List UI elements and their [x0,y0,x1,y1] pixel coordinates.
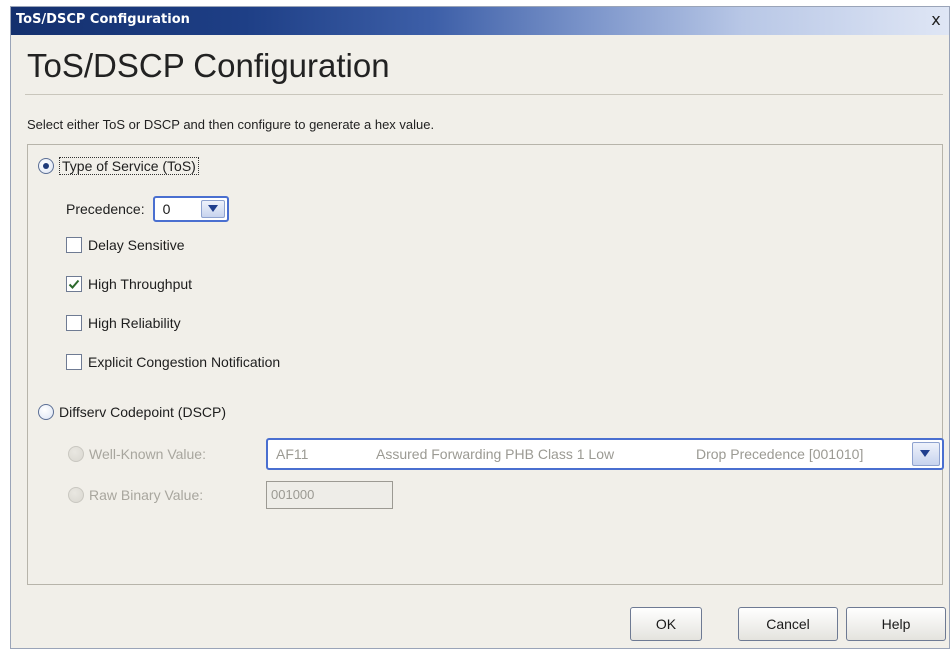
close-icon[interactable]: x [927,11,945,29]
high-reliability-option[interactable]: High Reliability [66,315,181,331]
dscp-radio[interactable] [38,404,54,420]
well-known-precedence: Drop Precedence [001010] [696,446,864,462]
delay-sensitive-checkbox[interactable] [66,237,82,253]
instructions-text: Select either ToS or DSCP and then confi… [27,117,435,132]
heading-divider [25,94,943,95]
well-known-code: AF11 [276,446,309,462]
page-title: ToS/DSCP Configuration [27,47,390,84]
config-panel: Type of Service (ToS) Precedence: 0 Dela… [27,144,944,585]
ecn-checkbox[interactable] [66,354,82,370]
checkmark-icon [68,279,80,289]
well-known-select[interactable]: AF11 Assured Forwarding PHB Class 1 Low … [266,438,944,470]
tos-radio-label: Type of Service (ToS) [59,157,199,175]
ecn-label: Explicit Congestion Notification [88,354,281,370]
tos-radio-option[interactable]: Type of Service (ToS) [38,157,199,175]
high-reliability-label: High Reliability [88,315,181,331]
precedence-row: Precedence: 0 [66,196,229,222]
chevron-down-icon[interactable] [200,200,225,218]
help-button[interactable]: Help [846,607,946,641]
tos-radio[interactable] [38,158,54,174]
high-throughput-checkbox[interactable] [66,276,82,292]
high-throughput-option[interactable]: High Throughput [66,276,192,292]
raw-binary-option: Raw Binary Value: [68,487,203,503]
well-known-radio [68,446,84,462]
title-bar[interactable]: ToS/DSCP Configuration x [11,7,949,35]
well-known-description: Assured Forwarding PHB Class 1 Low [376,446,615,462]
precedence-label: Precedence: [66,201,145,217]
raw-binary-radio [68,487,84,503]
cancel-button[interactable]: Cancel [738,607,838,641]
window-title: ToS/DSCP Configuration [16,12,190,27]
delay-sensitive-option[interactable]: Delay Sensitive [66,237,185,253]
raw-binary-label: Raw Binary Value: [89,487,204,503]
well-known-option: Well-Known Value: [68,446,206,462]
well-known-label: Well-Known Value: [89,446,206,462]
dialog-window: ToS/DSCP Configuration x ToS/DSCP Config… [10,6,950,649]
ok-button[interactable]: OK [630,607,702,641]
precedence-value: 0 [162,201,171,217]
chevron-down-icon[interactable] [912,442,940,466]
precedence-select[interactable]: 0 [152,196,229,222]
dscp-radio-option[interactable]: Diffserv Codepoint (DSCP) [38,404,226,420]
high-reliability-checkbox[interactable] [66,315,82,331]
dscp-radio-label: Diffserv Codepoint (DSCP) [59,404,227,420]
delay-sensitive-label: Delay Sensitive [88,237,185,253]
ecn-option[interactable]: Explicit Congestion Notification [66,354,280,370]
raw-binary-field: 001000 [266,481,393,509]
high-throughput-label: High Throughput [88,276,193,292]
